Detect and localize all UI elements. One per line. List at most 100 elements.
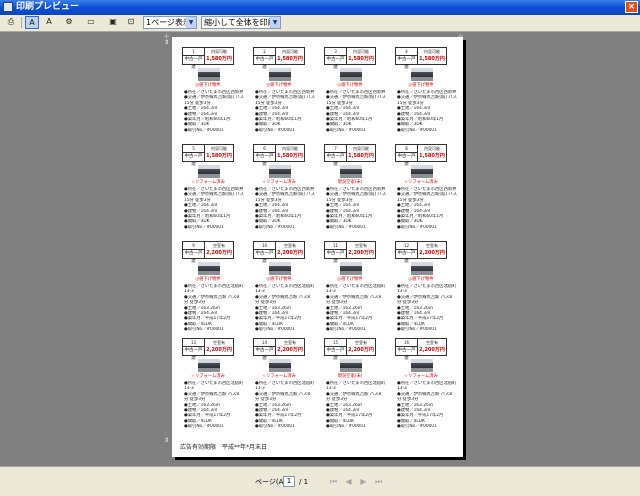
chevron-down-icon[interactable]: ▼ [186, 17, 196, 28]
building-type: 中古一戸建 [396, 56, 418, 70]
listing-status: ◎値下げ物件 [337, 83, 363, 88]
gear-icon[interactable]: ⚙ [62, 16, 76, 29]
listing-card: 6 中古一戸建 内見可能 1,580万円 ☆リフォーム済み ●所在／さいたま市西区西新井 ●… [247, 144, 315, 234]
listing-card: 9 中古一戸建 空室有 2,200万円 ◎値下げ物件 ●所在／さいたま市西区北宿町 13-3… [176, 241, 243, 332]
house-photo [198, 262, 220, 275]
listing-tag: 内見可能 [211, 146, 227, 151]
listing-tag: 内見可能 [282, 146, 298, 151]
listing-header: 10 中古一戸建 空室有 2,200万円 [253, 241, 305, 264]
listing-price: 2,200万円 [348, 250, 374, 256]
listing-tag: 空室有 [426, 243, 438, 248]
ad-expiry-note: 広告有効期限 平成**年*月末日 [180, 444, 268, 451]
listing-card: 11 中古一戸建 空室有 2,200万円 ◎値下げ物件 ●所在／さいたま市西区北宿町 13-… [318, 241, 385, 332]
house-photo [269, 359, 291, 372]
zoom-select-value: 1ページ表示 [146, 18, 191, 27]
listing-status: ☆リフォーム済み [262, 180, 296, 185]
house-photo [198, 359, 220, 372]
listing-number: 1 [183, 48, 205, 56]
page-number-input[interactable]: 1 [283, 476, 295, 487]
listing-card: 3 中古一戸建 内見可能 1,580万円 ◎値下げ物件 ●所在／さいたま市西区西新井 ●交通… [318, 47, 386, 137]
listing-details: ●所在／さいたま市西区西新井 ●交通／伊奈線丸吉駅(既) バス 15分 徒歩3分 ●土… [184, 90, 244, 133]
listing-detail-line: ●取引No／#00001 [326, 224, 366, 230]
listing-details: ●所在／さいたま市西区北宿町 13-3 ●交通／伊奈線丸吉駅 バス8 分 徒歩3分 ●土… [184, 381, 244, 430]
listing-detail-line: ●取引No／#00001 [397, 224, 437, 230]
listing-number: 14 [254, 339, 276, 347]
listing-number: 13 [183, 339, 205, 347]
margins-icon[interactable]: ▣ [106, 16, 120, 29]
listing-detail-line: ●取引No／#00001 [255, 327, 295, 333]
building-type: 中古一戸建 [254, 153, 276, 167]
house-photo [269, 262, 291, 275]
listing-detail-line: ●取引No／#00001 [255, 224, 295, 230]
house-photo [340, 165, 362, 178]
listing-detail-line: ●取引No／#00001 [397, 127, 437, 133]
listing-header: 5 中古一戸建 内見可能 1,580万円 [182, 144, 234, 167]
listing-header: 9 中古一戸建 空室有 2,200万円 [182, 241, 234, 264]
listing-header: 13 中古一戸建 空室有 2,200万円 [182, 338, 234, 361]
building-type: 中古一戸建 [254, 347, 276, 361]
listing-status: ◎値下げ物件 [195, 277, 221, 282]
listing-number: 11 [325, 242, 347, 250]
house-photo [340, 359, 362, 372]
listing-price: 2,200万円 [277, 250, 303, 256]
building-type: 中古一戸建 [183, 153, 205, 167]
listing-header: 2 中古一戸建 内見可能 1,580万円 [253, 47, 305, 70]
zoom-select[interactable]: 1ページ表示 ▼ [143, 16, 197, 29]
house-photo [411, 262, 433, 275]
listing-status: ◎値下げ物件 [337, 277, 363, 282]
close-button[interactable]: × [625, 1, 638, 13]
house-photo [411, 165, 433, 178]
margin-marker-left-bottom[interactable]: ⇕ [164, 438, 169, 444]
house-photo [411, 359, 433, 372]
chevron-down-icon[interactable]: ▼ [270, 17, 280, 28]
listing-header: 8 中古一戸建 内見可能 1,580万円 [395, 144, 447, 167]
listing-tag: 空室有 [426, 340, 438, 345]
listing-details: ●所在／さいたま市西区西新井 ●交通／伊奈線丸吉駅(既) バス 15分 徒歩3分 ●土… [397, 187, 457, 230]
listing-status: ☆リフォーム済み [191, 374, 225, 379]
listing-tag: 内見可能 [282, 49, 298, 54]
listing-details: ●所在／さいたま市西区西新井 ●交通／伊奈線丸吉駅(既) バス 15分 徒歩3分 ●土… [184, 187, 244, 230]
listing-tag: 空室有 [355, 243, 367, 248]
preview-area[interactable]: ⊹ ⊹ ⇕ ⇕ 1中古一戸建内見可能1,580万円◎値下げ物件●所在／さいたま市… [0, 32, 640, 466]
font-b-icon[interactable]: A [42, 16, 56, 29]
listing-detail-line: ●取引No／#00001 [184, 127, 224, 133]
listing-tag: 空室有 [213, 243, 225, 248]
listing-card: 10 中古一戸建 空室有 2,200万円 ◎値下げ物件 ●所在／さいたま市西区北宿町 13-… [247, 241, 314, 332]
printer-icon[interactable]: ⎙ [4, 16, 18, 29]
listing-header: 4 中古一戸建 内見可能 1,580万円 [395, 47, 447, 70]
listing-details: ●所在／さいたま市西区西新井 ●交通／伊奈線丸吉駅(既) バス 15分 徒歩3分 ●土… [397, 90, 457, 133]
listing-tag: 空室有 [213, 340, 225, 345]
listing-header: 6 中古一戸建 内見可能 1,580万円 [253, 144, 305, 167]
house-photo [340, 68, 362, 81]
zoom-icon[interactable]: ⊡ [124, 16, 138, 29]
listing-detail-line: ●取引No／#00001 [397, 327, 437, 333]
listing-details: ●所在／さいたま市西区西新井 ●交通／伊奈線丸吉駅(既) バス 15分 徒歩3分 ●土… [255, 90, 315, 133]
first-page-icon[interactable]: ⏮ [328, 476, 339, 487]
listing-detail-line: ●取引No／#00001 [184, 424, 224, 430]
listing-header: 11 中古一戸建 空室有 2,200万円 [324, 241, 376, 264]
listing-number: 9 [183, 242, 205, 250]
listing-header: 12 中古一戸建 空室有 2,200万円 [395, 241, 447, 264]
prev-page-icon[interactable]: ◀ [343, 476, 354, 487]
listing-card: 14 中古一戸建 空室有 2,200万円 ☆リフォーム済み ●所在／さいたま市西区北宿町 1… [247, 338, 314, 429]
house-photo [411, 68, 433, 81]
app-icon [3, 2, 13, 12]
toolbar-separator [21, 17, 22, 28]
listing-card: 5 中古一戸建 内見可能 1,580万円 ☆リフォーム済み ●所在／さいたま市西区西新井 ●… [176, 144, 244, 234]
last-page-icon[interactable]: ⏭ [373, 476, 384, 487]
listing-detail-line: ●取引No／#00001 [326, 327, 366, 333]
fit-select[interactable]: 縮小して全体を印刷する ▼ [201, 16, 281, 29]
listing-details: ●所在／さいたま市西区西新井 ●交通／伊奈線丸吉駅(既) バス 15分 徒歩3分 ●土… [326, 187, 386, 230]
listing-details: ●所在／さいたま市西区北宿町 13-3 ●交通／伊奈線丸吉駅 バス8 分 徒歩3分 ●土… [184, 284, 244, 333]
next-page-icon[interactable]: ▶ [358, 476, 369, 487]
page-setup-icon[interactable]: ▭ [84, 16, 98, 29]
margin-marker-left-top[interactable]: ⇕ [164, 40, 169, 46]
listing-status: 現況空家(未) [337, 374, 363, 379]
house-photo [198, 68, 220, 81]
font-a-icon[interactable]: A [25, 16, 39, 29]
listing-number: 6 [254, 145, 276, 153]
page-total: / 1 [299, 478, 309, 486]
listing-price: 2,200万円 [277, 347, 303, 353]
listing-header: 14 中古一戸建 空室有 2,200万円 [253, 338, 305, 361]
listing-status: ◎値下げ物件 [195, 83, 221, 88]
